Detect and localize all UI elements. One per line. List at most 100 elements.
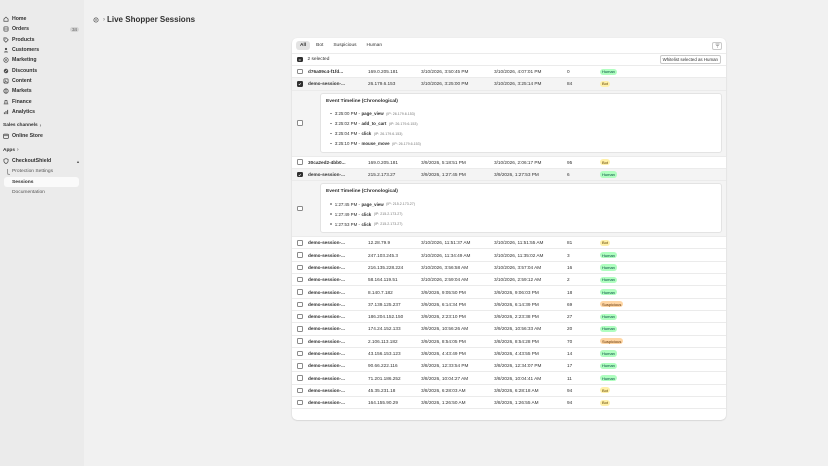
row-checkbox[interactable] [297,171,303,178]
first-seen: 3/9/2026, 10:56:26 AM [421,326,469,332]
sidebar-item-analytics[interactable]: Analytics [0,107,84,117]
sidebar-item-discounts[interactable]: Discounts [0,65,84,75]
row-checkbox[interactable] [297,276,303,283]
row-checkbox[interactable] [297,240,303,246]
row-checkbox[interactable] [297,252,303,258]
sidebar-item-label: Analytics [12,108,36,115]
sidebar-item-products[interactable]: Products [0,35,84,45]
sidebar-item-orders[interactable]: Orders 34 [0,24,84,34]
risk-score: 20 [567,326,573,332]
session-id[interactable]: demo-session-... [308,253,368,258]
risk-score: 27 [567,314,573,320]
tab-all[interactable]: All [296,41,311,50]
event-ip: (IP: 26.179.6.153) [386,111,415,116]
row-checkbox[interactable] [297,68,303,75]
sidebar-item-customers[interactable]: Customers [0,45,84,55]
row-checkbox[interactable] [297,399,303,406]
sidebar-item-finance[interactable]: Finance [0,96,84,106]
whitelist-selected-button[interactable]: Whitelist selected as Human [659,55,721,64]
session-id[interactable]: demo-session-... [308,172,368,177]
sidebar-sub-sessions[interactable]: Sessions [4,176,79,188]
sales-channels-heading[interactable]: Sales channels › [0,121,84,131]
session-id[interactable]: demo-session-... [308,240,368,245]
table-row[interactable]: demo-session-... 58.164.119.51 3/10/2026, … [292,274,726,287]
select-all-checkbox[interactable] [297,56,303,63]
first-seen: 3/10/2026, 11:51:37 AM [421,240,471,246]
sidebar-item-label: Orders [12,26,30,33]
session-id[interactable]: demo-session-... [308,302,368,307]
table-row[interactable]: demo-session-... 186.204.152.150 3/9/2026,… [292,311,726,324]
row-checkbox[interactable] [297,387,303,394]
last-seen: 3/10/2026, 3:57:04 AM [494,264,542,270]
tab-suspicious[interactable]: Suspicious [329,41,360,50]
apps-heading[interactable]: Apps › [0,145,84,155]
session-id[interactable]: demo-session-... [308,265,368,270]
session-id[interactable]: 30ca2ed2-4bb0... [308,160,368,165]
session-id[interactable]: d76a09c4-f1fd... [308,69,368,74]
timeline-checkbox[interactable] [297,120,303,126]
sidebar-item-markets[interactable]: Markets [0,86,84,96]
filter-button[interactable] [712,41,722,50]
table-row[interactable]: demo-session-... 164.155.90.29 3/8/2026, 1… [292,397,726,410]
sidebar-item-marketing[interactable]: Marketing [0,55,84,65]
sidebar-item-online-store[interactable]: Online Store [0,131,84,141]
table-row[interactable]: demo-session-... 216.135.228.224 3/10/2026… [292,262,726,275]
row-checkbox[interactable] [297,338,303,344]
ip-address: 186.204.152.150 [368,314,404,320]
table-row[interactable]: demo-session-... 215.2.173.27 3/9/2026, 1:… [292,168,726,182]
table-row[interactable]: demo-session-... 247.103.245.3 3/10/2026, … [292,249,726,262]
session-id[interactable]: demo-session-... [308,314,368,319]
sidebar-item-home[interactable]: Home [0,14,84,24]
session-id[interactable]: demo-session-... [308,290,368,295]
table-row[interactable]: demo-session-... 43.156.153.123 3/8/2026, … [292,348,726,361]
session-id[interactable]: demo-session-... [308,326,368,331]
row-checkbox[interactable] [297,326,303,332]
sidebar-item-checkoutshield[interactable]: CheckoutShield ▴ [0,156,84,166]
row-checkbox[interactable] [297,350,303,357]
session-id[interactable]: demo-session-... [308,339,368,344]
row-checkbox[interactable] [297,159,303,165]
session-id[interactable]: demo-session-... [308,376,368,381]
bullet-icon [330,112,332,115]
risk-score: 81 [567,240,573,246]
row-checkbox[interactable] [297,363,303,369]
classification-cell: Bot [600,239,640,246]
sidebar-sub-documentation[interactable]: Documentation [0,187,84,197]
sidebar-item-content[interactable]: Content [0,76,84,86]
tab-bot[interactable]: Bot [312,41,327,50]
table-row[interactable]: demo-session-... 26.179.6.153 3/10/2026, 3… [292,78,726,91]
table-row[interactable]: demo-session-... 8.140.7.182 3/9/2026, 9:0… [292,286,726,299]
sidebar-sub-protection-settings[interactable]: Protection Settings [0,167,84,177]
table-row[interactable]: demo-session-... 37.139.125.237 3/9/2026, … [292,299,726,311]
table-row[interactable]: demo-session-... 90.66.222.116 3/8/2026, 1… [292,360,726,373]
classification-badge: Human [600,264,617,271]
session-id[interactable]: demo-session-... [308,388,368,393]
table-row[interactable]: demo-session-... 174.24.152.133 3/9/2026, … [292,323,726,336]
first-seen: 3/8/2026, 10:04:27 AM [421,375,469,381]
table-row[interactable]: demo-session-... 2.106.113.182 3/9/2026, 8… [292,336,726,348]
last-seen: 3/10/2026, 11:51:55 AM [494,240,544,246]
session-id[interactable]: demo-session-... [308,277,368,282]
row-checkbox[interactable] [297,289,303,295]
tab-human[interactable]: Human [363,41,386,50]
table-row[interactable]: demo-session-... 71.201.186.252 3/8/2026, … [292,372,726,385]
session-id[interactable]: demo-session-... [308,363,368,368]
table-row[interactable]: demo-session-... 45.35.231.18 3/8/2026, 6:… [292,385,726,398]
classification-badge: Human [600,325,617,332]
row-checkbox[interactable] [297,81,303,87]
row-checkbox[interactable] [297,301,303,308]
pin-icon[interactable]: ▴ [77,159,79,164]
session-id[interactable]: demo-session-... [308,351,368,356]
classification-cell: Human [600,313,640,320]
row-checkbox[interactable] [297,313,303,320]
timeline-checkbox[interactable] [297,205,303,212]
table-row[interactable]: 30ca2ed2-4bb0... 169.0.205.181 3/9/2026, 5… [292,157,726,169]
session-id[interactable]: demo-session-... [308,400,368,405]
table-row[interactable]: d76a09c4-f1fd... 169.0.205.181 3/10/2026, … [292,66,726,79]
app-icon[interactable] [93,16,99,23]
session-id[interactable]: demo-session-... [308,81,368,86]
row-checkbox[interactable] [297,264,303,271]
ip-address: 37.139.125.237 [368,301,401,307]
table-row[interactable]: demo-session-... 12.28.79.9 3/10/2026, 11:… [292,237,726,250]
row-checkbox[interactable] [297,375,303,381]
